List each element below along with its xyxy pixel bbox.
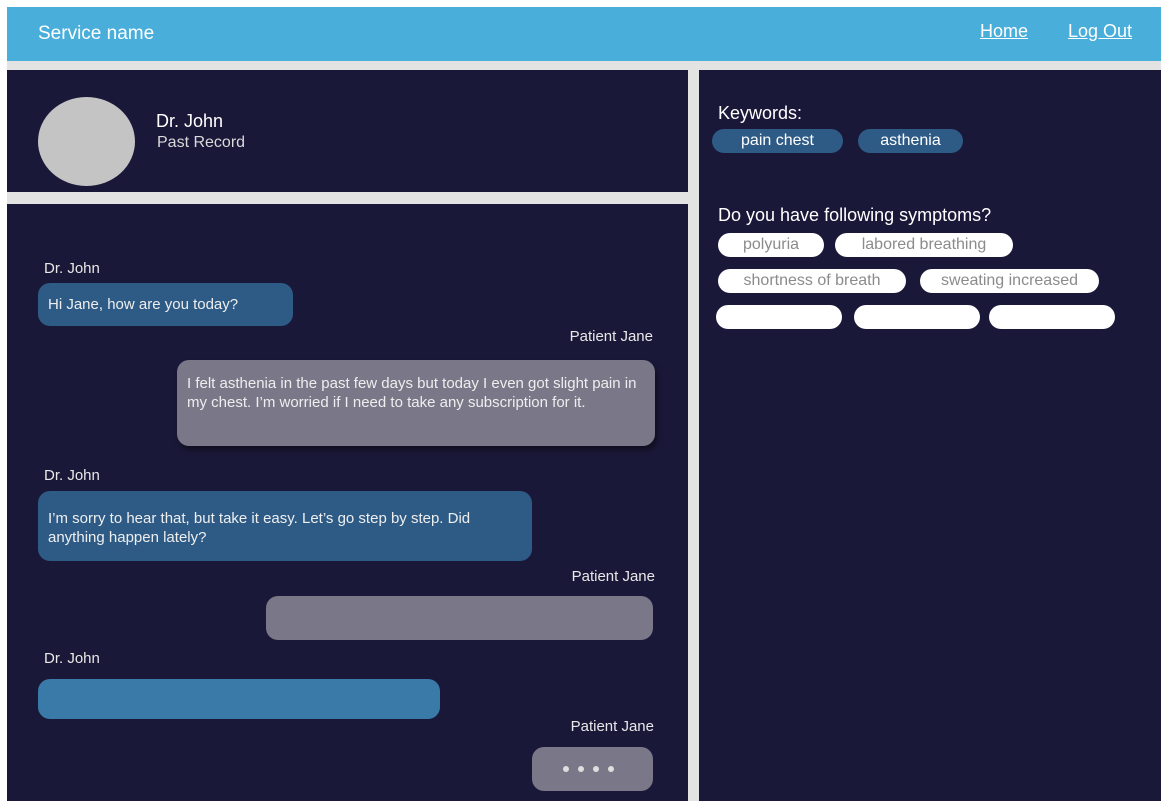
top-bar: Service name Home Log Out — [7, 7, 1161, 61]
service-name: Service name — [38, 23, 155, 44]
symptom-chip[interactable] — [716, 305, 842, 329]
symptom-chip[interactable] — [989, 305, 1115, 329]
doctor-name: Dr. John — [156, 111, 224, 131]
symptoms-title: Do you have following symptoms? — [718, 205, 992, 225]
message-sender: Patient Jane — [571, 568, 655, 585]
doctor-profile-panel: Dr. John Past Record — [7, 70, 688, 192]
symptom-chip[interactable] — [854, 305, 980, 329]
keywords-title: Keywords: — [718, 103, 803, 123]
symptom-chip[interactable]: polyuria — [718, 233, 824, 257]
message-sender: Dr. John — [44, 467, 100, 484]
typing-dots-icon — [563, 766, 614, 772]
message-sender: Patient Jane — [569, 328, 653, 345]
chat-bubble-doctor: I’m sorry to hear that, but take it easy… — [38, 491, 532, 561]
home-link[interactable]: Home — [980, 21, 1028, 42]
chat-bubble-doctor: Hi Jane, how are you today? — [38, 283, 293, 326]
avatar[interactable] — [38, 97, 135, 186]
keyword-chip[interactable]: pain chest — [712, 129, 843, 153]
symptom-sidebar: Keywords: pain chest asthenia Do you hav… — [699, 70, 1161, 801]
chat-panel: Dr. John Hi Jane, how are you today? Pat… — [7, 204, 688, 801]
symptom-chip[interactable]: labored breathing — [835, 233, 1013, 257]
symptom-chip[interactable]: shortness of breath — [718, 269, 906, 293]
symptom-chip[interactable]: sweating increased — [920, 269, 1099, 293]
keyword-chip[interactable]: asthenia — [858, 129, 963, 153]
chat-bubble-patient — [266, 596, 653, 640]
chat-bubble-doctor — [38, 679, 440, 719]
message-sender: Dr. John — [44, 260, 100, 277]
logout-link[interactable]: Log Out — [1068, 21, 1132, 42]
message-sender: Dr. John — [44, 650, 100, 667]
chat-bubble-patient: I felt asthenia in the past few days but… — [177, 360, 655, 446]
message-sender: Patient Jane — [570, 718, 654, 735]
past-record-link[interactable]: Past Record — [157, 134, 245, 152]
